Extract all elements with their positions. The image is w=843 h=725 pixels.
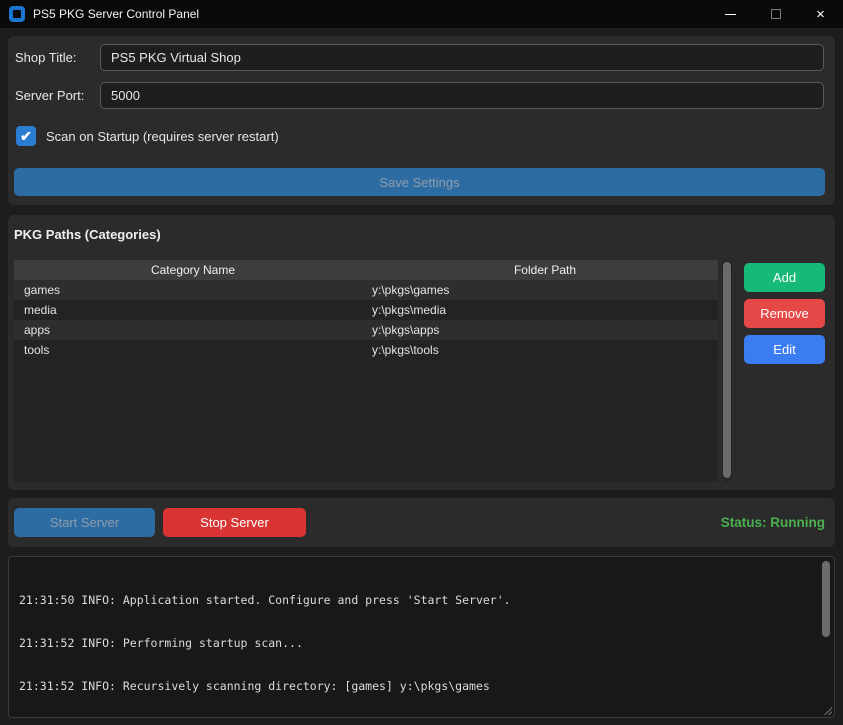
cell-category: media <box>14 303 372 317</box>
table-scrollbar-thumb[interactable] <box>723 262 731 478</box>
server-port-input[interactable] <box>100 82 824 109</box>
window-title: PS5 PKG Server Control Panel <box>33 7 199 21</box>
close-icon: × <box>816 7 825 22</box>
table-row[interactable]: tools y:\pkgs\tools <box>14 340 718 360</box>
table-scrollbar[interactable] <box>722 260 732 482</box>
scan-on-startup-row: ✔ Scan on Startup (requires server resta… <box>16 126 279 146</box>
edit-button[interactable]: Edit <box>744 335 825 364</box>
log-line: 21:31:52 INFO: Performing startup scan..… <box>19 636 814 650</box>
log-panel: 21:31:50 INFO: Application started. Conf… <box>8 556 835 718</box>
column-header-path[interactable]: Folder Path <box>372 260 718 280</box>
maximize-icon <box>771 9 781 19</box>
checkbox-check-icon: ✔ <box>20 128 32 145</box>
save-settings-button[interactable]: Save Settings <box>14 168 825 196</box>
log-scrollbar-thumb[interactable] <box>822 561 830 637</box>
close-button[interactable]: × <box>798 0 843 28</box>
stop-server-button[interactable]: Stop Server <box>163 508 306 537</box>
settings-panel: Shop Title: Server Port: ✔ Scan on Start… <box>8 36 835 205</box>
cell-category: apps <box>14 323 372 337</box>
resize-grip-icon[interactable] <box>822 705 832 715</box>
cell-path: y:\pkgs\tools <box>372 343 718 357</box>
cell-path: y:\pkgs\games <box>372 283 718 297</box>
pkg-paths-section-title: PKG Paths (Categories) <box>14 227 161 242</box>
table-header-row: Category Name Folder Path <box>14 260 718 280</box>
shop-title-label: Shop Title: <box>15 50 76 65</box>
log-scrollbar[interactable] <box>821 561 831 713</box>
maximize-button[interactable] <box>753 0 798 28</box>
app-icon <box>9 6 25 22</box>
log-line: 21:31:50 INFO: Application started. Conf… <box>19 593 814 607</box>
scan-on-startup-label: Scan on Startup (requires server restart… <box>46 129 279 144</box>
shop-title-input[interactable] <box>100 44 824 71</box>
server-controls-panel: Start Server Stop Server Status: Running <box>8 498 835 547</box>
add-button[interactable]: Add <box>744 263 825 292</box>
minimize-button[interactable] <box>708 0 753 28</box>
table-row[interactable]: games y:\pkgs\games <box>14 280 718 300</box>
cell-path: y:\pkgs\media <box>372 303 718 317</box>
pkg-paths-panel: PKG Paths (Categories) Category Name Fol… <box>8 215 835 490</box>
window-controls: × <box>708 0 843 28</box>
start-server-button[interactable]: Start Server <box>14 508 155 537</box>
column-header-category[interactable]: Category Name <box>14 260 372 280</box>
title-bar: PS5 PKG Server Control Panel × <box>0 0 843 28</box>
table-row[interactable]: media y:\pkgs\media <box>14 300 718 320</box>
remove-button[interactable]: Remove <box>744 299 825 328</box>
server-status-badge: Status: Running <box>721 498 825 547</box>
cell-category: tools <box>14 343 372 357</box>
log-output[interactable]: 21:31:50 INFO: Application started. Conf… <box>19 564 814 718</box>
log-line: 21:31:52 INFO: Recursively scanning dire… <box>19 679 814 693</box>
cell-category: games <box>14 283 372 297</box>
table-row[interactable]: apps y:\pkgs\apps <box>14 320 718 340</box>
app-window: PS5 PKG Server Control Panel × Shop Titl… <box>0 0 843 725</box>
server-port-label: Server Port: <box>15 88 84 103</box>
pkg-paths-table: Category Name Folder Path games y:\pkgs\… <box>14 260 718 482</box>
minimize-icon <box>725 14 736 15</box>
cell-path: y:\pkgs\apps <box>372 323 718 337</box>
scan-on-startup-checkbox[interactable]: ✔ <box>16 126 36 146</box>
